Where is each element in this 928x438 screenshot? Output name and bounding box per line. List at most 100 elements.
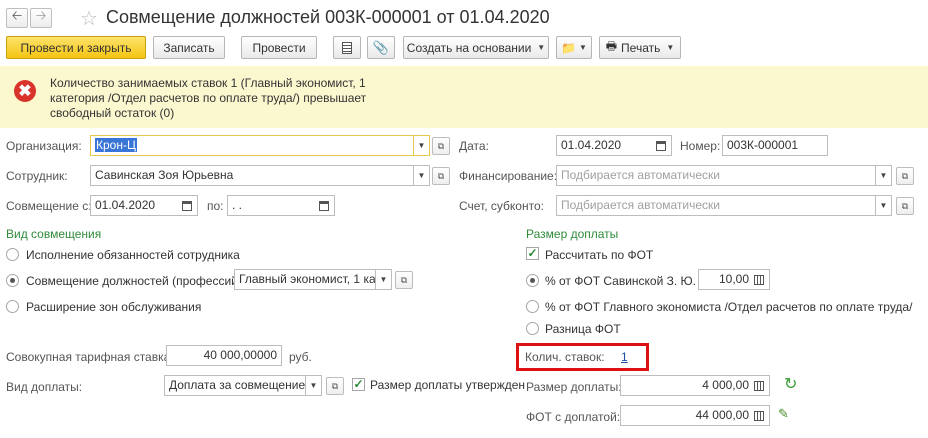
combo-type-option-0[interactable]: Исполнение обязанностей сотрудника [26,248,240,262]
chevron-down-icon: ▼ [579,43,587,52]
employee-field[interactable]: Савинская Зоя Юрьевна [90,165,414,186]
account-label: Счет, субконто: [459,199,544,213]
post-button[interactable]: Провести [241,36,317,59]
calendar-icon [319,200,329,211]
number-field[interactable]: 003К-000001 [722,135,828,156]
tariff-unit: руб. [289,350,312,364]
combo-from-calendar-button[interactable] [178,196,196,215]
date-value: 01.04.2020 [561,138,622,152]
payment-radio-2[interactable] [526,322,539,335]
rate-count-link[interactable]: 1 [621,350,628,364]
related-docs-button[interactable]: 📁 ▼ [556,36,592,59]
financing-field[interactable]: Подбирается автоматически [556,165,876,186]
attach-button[interactable]: 📎 [367,36,395,59]
organization-open-button[interactable]: ⧉ [432,137,450,155]
percent-calculator-button[interactable] [750,270,768,289]
combo-to-calendar-button[interactable] [315,196,333,215]
account-open-button[interactable]: ⧉ [896,197,914,215]
calculator-icon [754,274,764,285]
payment-type-label: Вид доплаты: [6,380,83,394]
combo-from-value: 01.04.2020 [95,198,156,212]
employee-open-button[interactable]: ⧉ [432,167,450,185]
position-dropdown[interactable]: ▼ [376,269,392,290]
amount-calculator-button[interactable] [750,376,768,395]
position-open-button[interactable]: ⧉ [395,271,413,289]
printer-icon: 🖶 [605,39,618,53]
employee-value: Савинская Зоя Юрьевна [95,168,234,182]
financing-dropdown[interactable]: ▼ [876,165,892,186]
combo-to-value: . . [232,198,243,212]
combo-type-option-1[interactable]: Совмещение должностей (профессий) [26,274,242,288]
calc-by-fot-label[interactable]: Рассчитать по ФОТ [545,248,653,262]
approved-label[interactable]: Размер доплаты утвержден [370,378,525,392]
approved-checkbox[interactable]: ✓ [352,378,365,391]
combo-type-header: Вид совмещения [6,227,102,241]
amount-label: Размер доплаты: [526,380,622,394]
fot-label: ФОТ с доплатой: [526,410,621,424]
tariff-value: 40 000,00000 [203,348,277,362]
organization-field[interactable]: Крон-Ц [90,135,414,156]
chevron-down-icon: ▼ [666,43,675,52]
payment-option-1[interactable]: % от ФОТ Главного экономиста /Отдел расч… [545,300,912,314]
financing-placeholder: Подбирается автоматически [561,168,720,182]
payment-type-field[interactable]: Доплата за совмещение д [164,375,306,396]
employee-dropdown[interactable]: ▼ [414,165,430,186]
post-and-close-button[interactable]: Провести и закрыть [6,36,146,59]
payment-radio-1[interactable] [526,300,539,313]
payment-option-0[interactable]: % от ФОТ Савинской З. Ю. [545,274,696,288]
fot-calculator-button[interactable] [750,406,768,425]
save-button[interactable]: Записать [153,36,225,59]
arrow-left-icon: 🡠 [11,8,23,23]
print-label: Печать [621,40,661,55]
warning-text: Количество занимаемых ставок 1 (Главный … [50,76,367,120]
organization-dropdown[interactable]: ▼ [414,135,430,156]
calculator-icon [754,380,764,391]
rate-count-label: Колич. ставок: [525,350,605,364]
calendar-icon [182,200,192,211]
combo-type-radio-2[interactable] [6,300,19,313]
account-dropdown[interactable]: ▼ [876,195,892,216]
organization-value: Крон-Ц [95,138,137,152]
payment-option-2[interactable]: Разница ФОТ [545,322,621,336]
combo-type-radio-0[interactable] [6,248,19,261]
payment-type-open-button[interactable]: ⧉ [326,377,344,395]
payment-header: Размер доплаты [526,227,619,241]
report-button[interactable] [333,36,361,59]
position-value: Главный экономист, 1 кат [239,272,376,286]
calc-by-fot-checkbox[interactable]: ✓ [526,247,539,260]
tariff-field[interactable]: 40 000,00000 [166,345,282,366]
combo-type-option-2[interactable]: Расширение зон обслуживания [26,300,201,314]
fot-field[interactable]: 44 000,00 [620,405,770,426]
organization-label: Организация: [6,139,82,153]
combo-to-label: по: [207,199,224,213]
employee-label: Сотрудник: [6,169,68,183]
create-based-on-label: Создать на основании [406,40,532,55]
forward-button[interactable]: 🡢 [30,8,52,28]
refresh-icon[interactable]: ↻ [784,374,797,394]
error-icon: ✖ [14,80,36,102]
percent-value: 10,00 [718,272,749,286]
arrow-right-icon: 🡢 [35,8,47,23]
document-list-icon [342,41,352,54]
chevron-down-icon: ▼ [537,43,546,52]
back-button[interactable]: 🡠 [6,8,28,28]
date-calendar-button[interactable] [652,136,670,155]
fot-value: 44 000,00 [695,408,749,422]
financing-open-button[interactable]: ⧉ [896,167,914,185]
warning-banner: ✖ Количество занимаемых ставок 1 (Главны… [0,66,928,128]
page-title: Совмещение должностей 003К-000001 от 01.… [106,7,550,27]
payment-type-dropdown[interactable]: ▼ [306,375,322,396]
number-label: Номер: [680,139,721,153]
position-field[interactable]: Главный экономист, 1 кат [234,269,376,290]
create-based-on-button[interactable]: Создать на основании ▼ [403,36,549,59]
favorite-star-icon[interactable]: ☆ [80,6,98,31]
print-button[interactable]: 🖶 Печать ▼ [599,36,681,59]
tariff-label: Совокупная тарифная ставка: [6,350,174,364]
paperclip-icon: 📎 [372,39,390,55]
pencil-icon[interactable]: ✎ [778,406,789,422]
combo-type-radio-1[interactable] [6,274,19,287]
amount-field[interactable]: 4 000,00 [620,375,770,396]
account-placeholder: Подбирается автоматически [561,198,720,212]
account-field[interactable]: Подбирается автоматически [556,195,876,216]
payment-radio-0[interactable] [526,274,539,287]
